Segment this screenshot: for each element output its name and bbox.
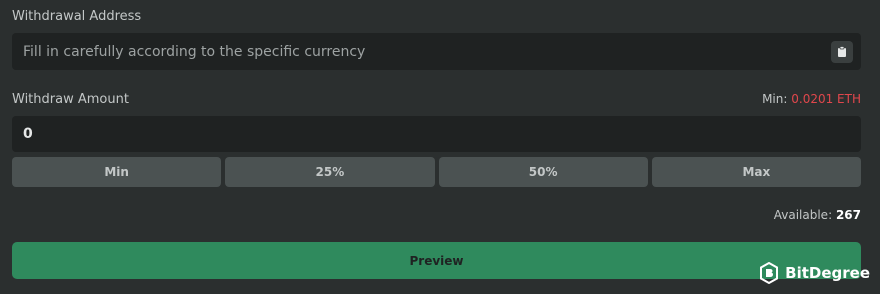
bitdegree-watermark: BitDegree (759, 262, 870, 284)
50-percent-button[interactable]: 50% (438, 157, 648, 187)
max-button[interactable]: Max (651, 157, 861, 187)
bitdegree-logo-icon (760, 262, 779, 284)
withdrawal-address-field[interactable] (12, 33, 861, 70)
min-amount-value: 0.0201 ETH (791, 92, 861, 106)
min-amount: Min: 0.0201 ETH (762, 92, 861, 106)
paste-button[interactable] (831, 40, 853, 63)
min-button[interactable]: Min (12, 157, 222, 187)
quick-amount-buttons: Min 25% 50% Max (12, 157, 861, 187)
25-percent-button[interactable]: 25% (225, 157, 435, 187)
min-amount-label: Min: (762, 92, 788, 106)
withdrawal-address-label: Withdrawal Address (12, 9, 142, 24)
withdrawal-address-input[interactable] (21, 42, 831, 61)
withdraw-amount-label: Withdraw Amount (12, 92, 129, 107)
available-value: 267 (835, 208, 861, 222)
available-balance: Available: 267 (774, 208, 861, 222)
paste-icon (838, 45, 846, 57)
preview-button[interactable]: Preview (12, 242, 861, 279)
withdraw-amount-input[interactable] (21, 125, 861, 143)
bitdegree-brand-text: BitDegree (785, 264, 870, 282)
available-label: Available: (773, 208, 833, 222)
withdraw-amount-field[interactable] (12, 116, 861, 152)
